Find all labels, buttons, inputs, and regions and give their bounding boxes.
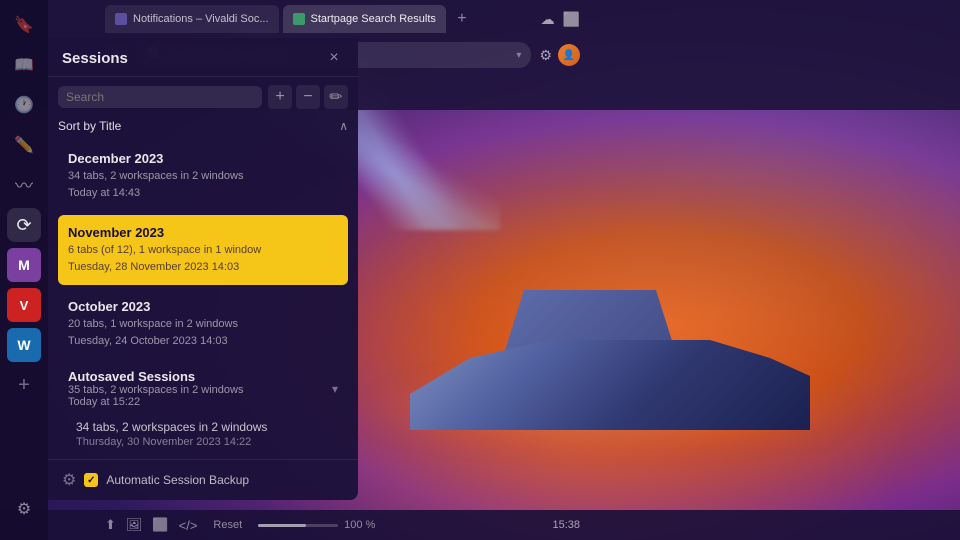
autosaved-sub-item-1[interactable]: 34 tabs, 2 workspaces in 2 windows Thurs… bbox=[68, 414, 348, 454]
session-title: December 2023 bbox=[68, 151, 338, 166]
sort-label: Sort by Title bbox=[58, 119, 335, 133]
window-icon[interactable]: ⬜ bbox=[152, 517, 168, 533]
panel-header: Sessions × bbox=[48, 38, 358, 77]
code-icon[interactable]: </> bbox=[179, 518, 198, 533]
sidebar-item-history[interactable]: 🕐 bbox=[7, 88, 41, 122]
session-item-november[interactable]: November 2023 6 tabs (of 12), 1 workspac… bbox=[58, 215, 348, 285]
session-detail-line2: Tuesday, 24 October 2023 14:03 bbox=[68, 333, 338, 350]
sidebar-item-add-panel[interactable]: + bbox=[7, 368, 41, 402]
session-detail-line2: Tuesday, 28 November 2023 14:03 bbox=[68, 259, 338, 276]
autosaved-sub-list: 34 tabs, 2 workspaces in 2 windows Thurs… bbox=[58, 414, 348, 459]
sidebar-item-mail[interactable]: M bbox=[7, 248, 41, 282]
autosaved-detail-line2: Today at 15:22 bbox=[68, 396, 328, 408]
session-detail-line1: 34 tabs, 2 workspaces in 2 windows bbox=[68, 168, 338, 185]
upload-icon[interactable]: ⬆ bbox=[105, 517, 116, 533]
new-tab-button[interactable]: + bbox=[450, 7, 474, 31]
window-icon[interactable]: ⬜ bbox=[563, 11, 580, 28]
search-row: + − ✏ bbox=[48, 77, 358, 117]
status-time: 15:38 bbox=[552, 519, 580, 531]
sidebar-settings-icon[interactable]: ⚙ bbox=[7, 492, 41, 526]
session-title: November 2023 bbox=[68, 225, 338, 240]
image-icon[interactable]: 🖼 bbox=[126, 517, 143, 533]
tab-label: Notifications – Vivaldi Soc... bbox=[133, 13, 269, 25]
tab-bar-right: ☁ ⬜ bbox=[541, 11, 580, 28]
car-illustration bbox=[360, 240, 860, 460]
zoom-control: 100 % bbox=[258, 519, 375, 531]
sidebar-item-vivaldi[interactable]: V bbox=[7, 288, 41, 322]
sidebar-item-reading-list[interactable]: 📖 bbox=[7, 48, 41, 82]
reset-button[interactable]: Reset bbox=[213, 519, 242, 531]
session-detail-line2: Today at 14:43 bbox=[68, 185, 338, 202]
search-dropdown-arrow[interactable]: ▾ bbox=[516, 50, 521, 61]
checkbox-check-icon: ✓ bbox=[87, 475, 95, 486]
panel-title: Sessions bbox=[62, 50, 324, 67]
tab-favicon bbox=[115, 13, 127, 25]
session-detail-line1: 20 tabs, 1 workspace in 2 windows bbox=[68, 316, 338, 333]
tab-label: Startpage Search Results bbox=[311, 13, 436, 25]
sort-row[interactable]: Sort by Title ∧ bbox=[48, 117, 358, 141]
autosaved-sessions-header[interactable]: Autosaved Sessions 35 tabs, 2 workspaces… bbox=[58, 363, 348, 414]
edit-session-button[interactable]: ✏ bbox=[324, 85, 348, 109]
autosaved-chevron-icon[interactable]: ▾ bbox=[332, 382, 338, 396]
footer-settings-icon[interactable]: ⚙ bbox=[62, 470, 76, 490]
zoom-percent: 100 % bbox=[344, 519, 375, 531]
status-bar-icons: ⬆ 🖼 ⬜ </> bbox=[105, 517, 197, 533]
settings-icon[interactable]: ⚙ bbox=[539, 47, 552, 64]
user-avatar[interactable]: 👤 bbox=[558, 44, 580, 66]
sort-chevron-icon[interactable]: ∧ bbox=[339, 119, 348, 133]
sidebar-item-breaks[interactable]: 〰 bbox=[7, 168, 41, 202]
session-item-december[interactable]: December 2023 34 tabs, 2 workspaces in 2… bbox=[58, 141, 348, 211]
sessions-search-input[interactable] bbox=[66, 90, 254, 104]
auto-backup-label: Automatic Session Backup bbox=[106, 473, 249, 487]
tab-startpage[interactable]: Startpage Search Results bbox=[283, 5, 446, 33]
session-detail-line1: 6 tabs (of 12), 1 workspace in 1 window bbox=[68, 242, 338, 259]
address-bar-right: ⚙ 👤 bbox=[539, 44, 580, 66]
sidebar-item-wiki[interactable]: W bbox=[7, 328, 41, 362]
zoom-slider[interactable] bbox=[258, 524, 338, 527]
tab-bar: Notifications – Vivaldi Soc... Startpage… bbox=[0, 0, 960, 38]
autosaved-sub-title: 34 tabs, 2 workspaces in 2 windows bbox=[76, 420, 340, 434]
cloud-icon[interactable]: ☁ bbox=[541, 11, 555, 28]
session-item-october[interactable]: October 2023 20 tabs, 1 workspace in 2 w… bbox=[58, 289, 348, 359]
status-bar: ⬆ 🖼 ⬜ </> Reset 100 % 15:38 bbox=[0, 510, 960, 540]
sidebar-item-notes[interactable]: ✏️ bbox=[7, 128, 41, 162]
panel-footer: ⚙ ✓ Automatic Session Backup bbox=[48, 459, 358, 500]
add-session-button[interactable]: + bbox=[268, 85, 292, 109]
sidebar-rail: 🔖 📖 🕐 ✏️ 〰 ⟳ M V W + ⚙ bbox=[0, 0, 48, 540]
autosaved-detail-line1: 35 tabs, 2 workspaces in 2 windows bbox=[68, 384, 328, 396]
sessions-panel: Sessions × + − ✏ Sort by Title ∧ Decembe… bbox=[48, 38, 358, 500]
autosaved-sub-detail: Thursday, 30 November 2023 14:22 bbox=[76, 436, 340, 448]
tab-favicon bbox=[293, 13, 305, 25]
auto-backup-checkbox[interactable]: ✓ bbox=[84, 473, 98, 487]
search-input-wrap bbox=[58, 86, 262, 108]
panel-close-button[interactable]: × bbox=[324, 48, 344, 68]
autosaved-title: Autosaved Sessions bbox=[68, 369, 328, 384]
sidebar-item-sessions[interactable]: ⟳ bbox=[7, 208, 41, 242]
tab-notifications[interactable]: Notifications – Vivaldi Soc... bbox=[105, 5, 279, 33]
sessions-list: December 2023 34 tabs, 2 workspaces in 2… bbox=[48, 141, 358, 459]
remove-session-button[interactable]: − bbox=[296, 85, 320, 109]
session-title: October 2023 bbox=[68, 299, 338, 314]
sidebar-item-bookmark[interactable]: 🔖 bbox=[7, 8, 41, 42]
search-actions: + − ✏ bbox=[268, 85, 348, 109]
